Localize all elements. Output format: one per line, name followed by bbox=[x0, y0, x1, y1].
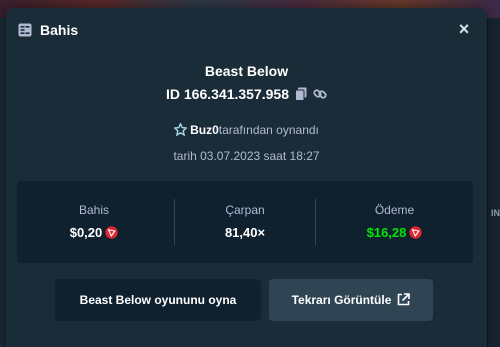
modal-header: Bahis × bbox=[6, 8, 487, 54]
stat-payout: Ödeme $16,28 bbox=[316, 181, 473, 263]
bet-stats-panel: Bahis $0,20 Çarpan 81,40× Ödeme $16,28 bbox=[17, 181, 473, 263]
game-name: Beast Below bbox=[204, 63, 289, 79]
bet-details-modal: Bahis × Beast Below ID 166.341.357.958 B… bbox=[6, 8, 487, 347]
stat-bet: Bahis $0,20 bbox=[17, 181, 171, 263]
bet-id: ID 166.341.357.958 bbox=[166, 86, 289, 102]
stat-payout-value-row: $16,28 bbox=[316, 225, 473, 242]
tron-coin-icon bbox=[105, 226, 118, 242]
bet-slip-icon bbox=[18, 23, 32, 37]
play-game-button[interactable]: Beast Below oyununu oyna bbox=[55, 279, 261, 321]
view-replay-button[interactable]: Tekrarı Görüntüle bbox=[269, 279, 433, 321]
background-right-edge bbox=[488, 18, 500, 347]
stat-payout-value: $16,28 bbox=[366, 225, 407, 240]
stat-payout-label: Ödeme bbox=[374, 203, 415, 217]
player-row: Buz0tarafından oynandı bbox=[6, 122, 487, 139]
stat-bet-value-row: $0,20 bbox=[17, 225, 171, 242]
played-by-text: tarafından oynandı bbox=[218, 123, 319, 137]
link-icon[interactable] bbox=[313, 87, 327, 104]
close-icon[interactable]: × bbox=[455, 20, 473, 38]
vip-star-icon bbox=[173, 122, 189, 139]
stat-bet-value: $0,20 bbox=[69, 225, 103, 240]
external-link-icon bbox=[397, 281, 411, 323]
background-right-text: IN bbox=[491, 208, 500, 218]
player-name[interactable]: Buz0 bbox=[190, 123, 219, 137]
modal-title: Bahis bbox=[40, 22, 79, 38]
stat-multiplier-value: 81,40× bbox=[224, 225, 266, 240]
view-replay-label: Tekrarı Görüntüle bbox=[291, 293, 392, 307]
copy-icon[interactable] bbox=[295, 87, 307, 104]
tron-coin-icon bbox=[409, 226, 423, 242]
stat-multiplier-label: Çarpan bbox=[225, 203, 265, 217]
bet-id-row: ID 166.341.357.958 bbox=[6, 86, 487, 104]
stat-bet-label: Bahis bbox=[78, 203, 110, 217]
bet-date: tarih 03.07.2023 saat 18:27 bbox=[173, 149, 320, 163]
stat-multiplier: Çarpan 81,40× bbox=[175, 181, 315, 263]
